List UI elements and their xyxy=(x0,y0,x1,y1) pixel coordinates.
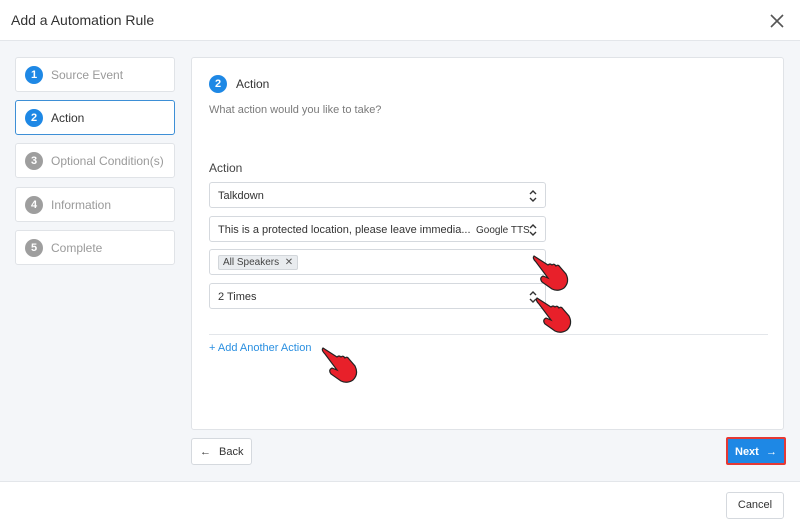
back-label: Back xyxy=(219,446,244,458)
action-field-label: Action xyxy=(209,161,243,175)
pointing-hand-icon xyxy=(535,297,572,333)
close-button[interactable] xyxy=(764,8,790,34)
repeat-value: 2 Times xyxy=(218,291,257,303)
repeat-select[interactable]: 2 Times xyxy=(209,283,546,309)
speaker-tag: All Speakers ✕ xyxy=(218,255,299,270)
step-number: 5 xyxy=(25,239,43,257)
panel-subtitle: What action would you like to take? xyxy=(209,104,382,116)
next-button[interactable]: Next → xyxy=(726,437,786,465)
step-action[interactable]: 2 Action xyxy=(15,100,175,135)
tag-remove-icon[interactable]: ✕ xyxy=(285,256,293,269)
step-source-event[interactable]: 1 Source Event xyxy=(15,57,175,92)
speakers-input[interactable]: All Speakers ✕ xyxy=(209,249,546,275)
action-panel: 2 Action What action would you like to t… xyxy=(191,57,784,430)
voice-label: Google TTS xyxy=(476,225,530,236)
step-label: Information xyxy=(51,198,112,212)
message-value: This is a protected location, please lea… xyxy=(218,224,471,236)
add-another-action-link[interactable]: + Add Another Action xyxy=(209,342,311,354)
pointing-hand-icon xyxy=(321,347,358,383)
arrow-right-icon: → xyxy=(766,446,777,458)
step-number: 2 xyxy=(25,109,43,127)
dialog-footer: Cancel xyxy=(0,481,800,527)
panel-step-number: 2 xyxy=(209,75,227,93)
pointing-hand-icon xyxy=(532,255,569,291)
step-optional-conditions[interactable]: 3 Optional Condition(s) xyxy=(15,143,175,178)
chevron-updown-icon xyxy=(529,190,537,202)
chevron-updown-icon xyxy=(529,224,537,236)
step-label: Action xyxy=(51,111,85,125)
divider xyxy=(209,334,768,335)
step-number: 4 xyxy=(25,196,43,214)
action-type-value: Talkdown xyxy=(218,190,264,202)
cancel-button[interactable]: Cancel xyxy=(726,492,784,519)
dialog-header: Add a Automation Rule xyxy=(0,0,800,41)
step-label: Optional Condition(s) xyxy=(51,154,164,168)
action-type-select[interactable]: Talkdown xyxy=(209,182,546,208)
step-label: Source Event xyxy=(51,68,124,82)
step-number: 3 xyxy=(25,152,43,170)
back-button[interactable]: ← Back xyxy=(191,438,252,465)
step-complete[interactable]: 5 Complete xyxy=(15,230,175,265)
arrow-left-icon: ← xyxy=(200,446,211,458)
next-label: Next xyxy=(735,446,759,458)
step-information[interactable]: 4 Information xyxy=(15,187,175,222)
step-number: 1 xyxy=(25,66,43,84)
panel-title: Action xyxy=(236,77,270,91)
speaker-tag-label: All Speakers xyxy=(223,257,280,268)
dialog-title: Add a Automation Rule xyxy=(11,12,155,28)
message-select[interactable]: This is a protected location, please lea… xyxy=(209,216,546,242)
step-label: Complete xyxy=(51,241,103,255)
close-icon xyxy=(770,14,784,28)
